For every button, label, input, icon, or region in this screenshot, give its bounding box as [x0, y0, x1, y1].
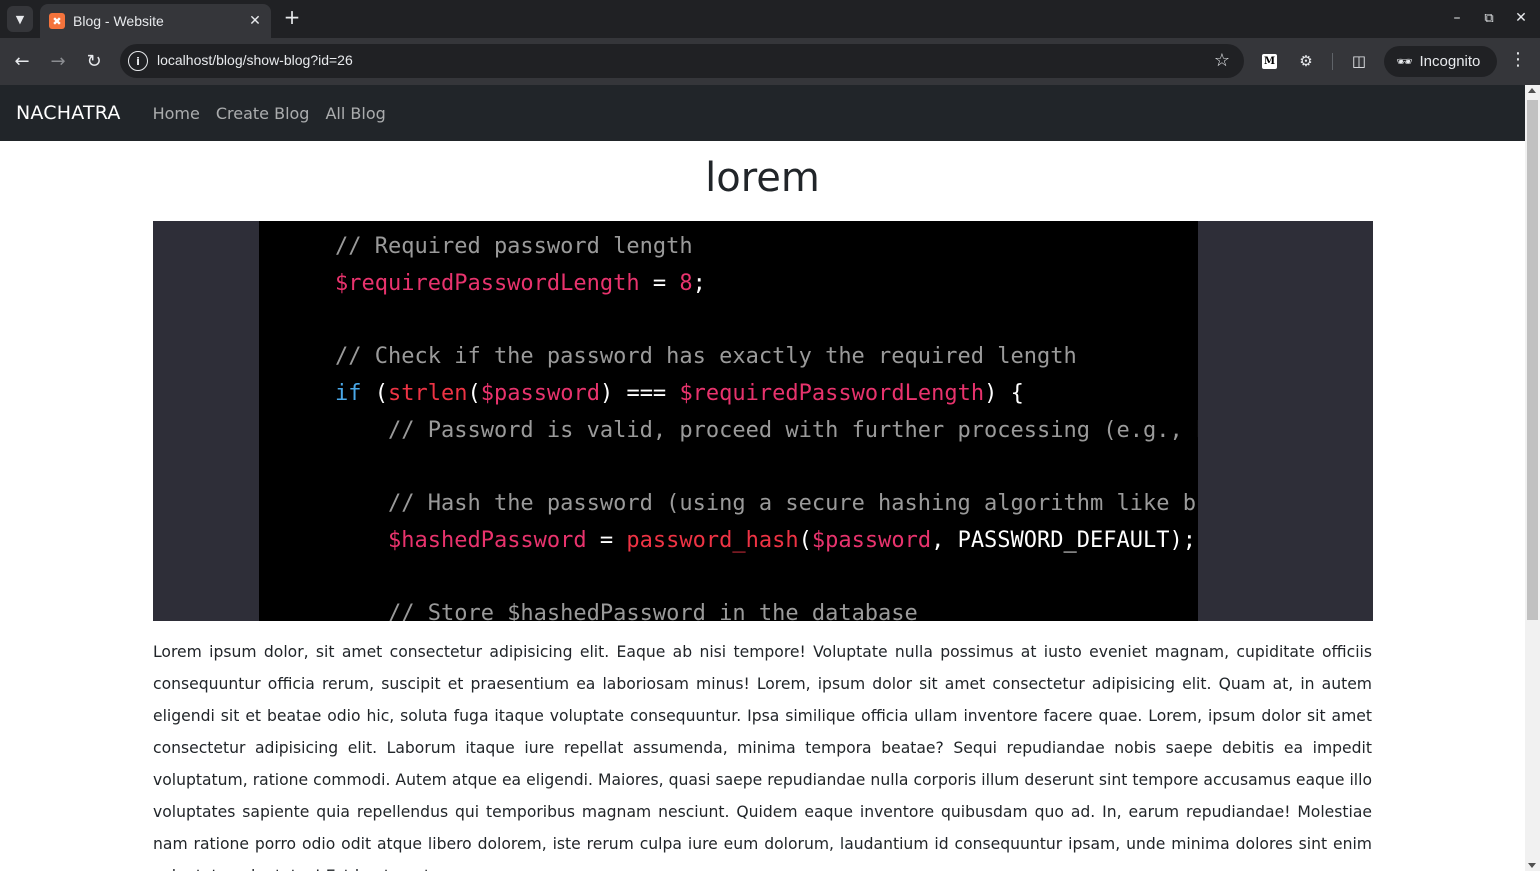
code-token: password_hash [626, 527, 799, 553]
browser-toolbar: ← → ↻ i localhost/blog/show-blog?id=26 ☆… [0, 38, 1540, 85]
scroll-down-arrow-icon[interactable] [1528, 863, 1536, 868]
arrow-right-icon: → [50, 50, 66, 72]
code-line: // Check if the password has exactly the… [335, 342, 1077, 372]
nav-link-all-blog[interactable]: All Blog [325, 104, 385, 123]
tab-strip: ▼ ✖ Blog - Website ✕ + – ⧉ ✕ [0, 0, 1540, 38]
code-line: // Required password length [335, 232, 693, 262]
code-token: ; [692, 270, 706, 296]
scroll-up-arrow-icon[interactable] [1528, 88, 1536, 93]
side-panel-icon[interactable]: ◫ [1348, 50, 1370, 72]
bookmark-star-icon[interactable]: ☆ [1214, 50, 1230, 71]
code-token: ) === [599, 380, 680, 406]
code-token: if [335, 380, 362, 406]
browser-tab[interactable]: ✖ Blog - Website ✕ [40, 4, 271, 38]
xampp-favicon-icon: ✖ [49, 13, 65, 29]
code-token: // Password is valid, proceed with furth… [387, 417, 1198, 443]
code-token: ) { [984, 380, 1024, 406]
url-text[interactable]: localhost/blog/show-blog?id=26 [157, 52, 353, 68]
new-tab-button[interactable]: + [280, 6, 304, 30]
code-token: $requiredPasswordLength [335, 270, 640, 296]
nav-link-home[interactable]: Home [153, 104, 200, 123]
code-token: ( [361, 380, 388, 406]
restore-window-button[interactable]: ⧉ [1476, 6, 1502, 30]
code-line: // Store $hashedPassword in the database [335, 599, 918, 621]
close-tab-icon[interactable]: ✕ [243, 9, 267, 33]
tab-title: Blog - Website [73, 13, 164, 29]
incognito-icon: 🕶 [1396, 53, 1413, 69]
site-brand[interactable]: NACHATRA [16, 102, 121, 124]
incognito-indicator[interactable]: 🕶 Incognito [1384, 46, 1497, 77]
code-token: 8 [679, 270, 693, 296]
back-button[interactable]: ← [7, 46, 37, 76]
incognito-label: Incognito [1419, 53, 1481, 70]
tab-search-button[interactable]: ▼ [7, 6, 33, 32]
code-token: // Hash the password (using a secure has… [387, 490, 1198, 516]
code-token: $hashedPassword [387, 527, 587, 553]
address-bar[interactable]: i localhost/blog/show-blog?id=26 ☆ [120, 44, 1244, 78]
code-token: strlen [388, 380, 468, 406]
nav-link-create-blog[interactable]: Create Blog [216, 104, 310, 123]
code-line: $hashedPassword = password_hash($passwor… [335, 526, 1196, 556]
code-line: $requiredPasswordLength = 8; [335, 269, 706, 299]
toolbar-divider [1332, 53, 1333, 70]
chevron-down-icon: ▼ [15, 12, 25, 26]
close-icon: ✕ [1515, 10, 1527, 26]
close-window-button[interactable]: ✕ [1508, 6, 1534, 30]
code-line: // Hash the password (using a secure has… [335, 489, 1198, 519]
post-title: lorem [705, 155, 820, 201]
code-line: // Password is valid, proceed with furth… [335, 416, 1198, 446]
restore-icon: ⧉ [1484, 10, 1494, 26]
minimize-icon: – [1453, 10, 1461, 26]
reload-button[interactable]: ↻ [79, 46, 109, 76]
code-token: ( [467, 380, 481, 406]
reload-icon: ↻ [86, 50, 102, 72]
scrollbar-thumb[interactable] [1527, 100, 1538, 620]
browser-menu-icon[interactable]: ⋮ [1508, 49, 1528, 70]
post-body: Lorem ipsum dolor, sit amet consectetur … [153, 643, 1372, 871]
site-navbar: NACHATRA Home Create Blog All Blog [0, 85, 1525, 141]
page-scrollbar[interactable] [1525, 85, 1540, 871]
code-token: // Check if the password has exactly the… [335, 344, 1077, 370]
post-image: // Required password length $requiredPass… [153, 221, 1373, 621]
forward-button[interactable]: → [43, 46, 73, 76]
code-token: $password [811, 527, 932, 553]
page-viewport: NACHATRA Home Create Blog All Blog lorem… [0, 85, 1525, 871]
code-token: // Store $hashedPassword in the database [387, 601, 918, 621]
code-token: $requiredPasswordLength [679, 380, 985, 406]
minimize-window-button[interactable]: – [1444, 6, 1470, 30]
extensions-puzzle-icon[interactable]: ⚙ [1295, 50, 1317, 72]
extension-m-icon[interactable]: M [1262, 54, 1277, 69]
site-info-icon[interactable]: i [128, 51, 148, 71]
code-token: = [586, 527, 627, 553]
code-screenshot: // Required password length $requiredPass… [259, 221, 1198, 621]
code-token: = [639, 270, 680, 296]
code-line: if (strlen($password) === $requiredPassw… [335, 379, 1024, 409]
code-token: // Required password length [335, 234, 693, 259]
code-token: $password [480, 380, 600, 406]
code-token: ( [798, 527, 812, 553]
code-token: , PASSWORD_DEFAULT); [931, 527, 1196, 553]
arrow-left-icon: ← [14, 50, 30, 72]
